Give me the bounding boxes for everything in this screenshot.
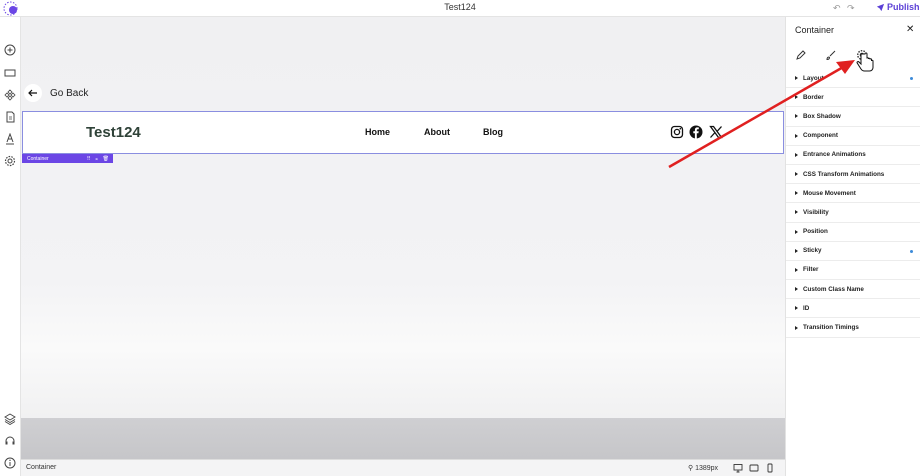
settings-icon[interactable]: [3, 154, 17, 168]
brush-icon[interactable]: [825, 49, 837, 61]
mobile-view-icon[interactable]: [765, 463, 775, 473]
desktop-view-icon[interactable]: [733, 463, 743, 473]
accordion-custom-class-name[interactable]: Custom Class Name: [786, 280, 920, 300]
modified-indicator: [910, 77, 913, 80]
selected-element-label: Container: [27, 155, 49, 162]
tablet-view-icon[interactable]: [749, 463, 759, 473]
add-icon[interactable]: [3, 43, 17, 57]
arrow-left-icon: [24, 84, 42, 102]
properties-panel: Container ✕ Layout Border Box Shadow Com…: [785, 17, 920, 476]
accordion-css-transform-animations[interactable]: CSS Transform Animations: [786, 165, 920, 185]
zoom-icon: ⚲: [688, 465, 694, 472]
canvas-width-readout[interactable]: ⚲ 1389px: [688, 464, 718, 472]
instagram-icon[interactable]: [670, 125, 684, 139]
accordion-id[interactable]: ID: [786, 299, 920, 319]
facebook-icon[interactable]: [689, 125, 703, 139]
go-back-label: Go Back: [50, 87, 89, 99]
accordion-entrance-animations[interactable]: Entrance Animations: [786, 146, 920, 165]
selected-element-tag[interactable]: Container ⠿ ⌅ 🗑: [22, 154, 113, 163]
left-toolbar: [0, 17, 21, 476]
modified-indicator: [910, 249, 913, 253]
publish-label: Publish: [887, 2, 920, 12]
nav-link-about[interactable]: About: [424, 127, 450, 137]
collapse-icon[interactable]: ⌅: [94, 156, 98, 162]
canvas-footer-area: [21, 418, 785, 459]
page-title: Test124: [444, 2, 476, 12]
breadcrumb[interactable]: Container: [26, 464, 56, 471]
top-bar: Test124 ↶ ↷ Publish: [0, 0, 920, 17]
editor-canvas[interactable]: Go Back Test124 Home About Blog Containe…: [21, 17, 785, 459]
accordion-transition-timings[interactable]: Transition Timings: [786, 318, 920, 338]
nav-link-blog[interactable]: Blog: [483, 127, 503, 137]
site-brand[interactable]: Test124: [86, 124, 141, 141]
components-icon[interactable]: [3, 88, 17, 102]
support-icon[interactable]: [3, 434, 17, 448]
layers-icon[interactable]: [3, 412, 17, 426]
redo-icon[interactable]: ↷: [847, 3, 855, 14]
delete-icon[interactable]: 🗑: [103, 156, 109, 162]
close-icon[interactable]: ✕: [906, 24, 914, 35]
gear-icon[interactable]: [856, 49, 868, 61]
typography-icon[interactable]: [3, 132, 17, 146]
accordion-layout[interactable]: Layout: [786, 69, 920, 89]
accordion-box-shadow[interactable]: Box Shadow: [786, 107, 920, 127]
accordion-component[interactable]: Component: [786, 127, 920, 146]
accordion-sticky[interactable]: Sticky: [786, 242, 920, 261]
undo-icon[interactable]: ↶: [833, 3, 841, 14]
x-icon[interactable]: [709, 125, 723, 139]
section-icon[interactable]: [3, 66, 17, 80]
pages-icon[interactable]: [3, 110, 17, 124]
panel-title: Container: [795, 25, 835, 35]
rocket-icon: [876, 3, 885, 11]
site-header-container[interactable]: Test124 Home About Blog: [22, 111, 784, 154]
pencil-icon[interactable]: [795, 49, 807, 61]
nav-link-home[interactable]: Home: [365, 127, 390, 137]
status-bar: Container ⚲ 1389px: [21, 459, 785, 476]
settings-accordion: Layout Border Box Shadow Component Entra…: [786, 69, 920, 338]
accordion-border[interactable]: Border: [786, 88, 920, 108]
publish-button[interactable]: Publish: [876, 2, 920, 12]
accordion-position[interactable]: Position: [786, 223, 920, 242]
accordion-mouse-movement[interactable]: Mouse Movement: [786, 184, 920, 204]
drag-handle-icon[interactable]: ⠿: [87, 156, 91, 162]
go-back-button[interactable]: Go Back: [24, 84, 88, 102]
accordion-visibility[interactable]: Visibility: [786, 203, 920, 223]
info-icon[interactable]: [3, 456, 17, 470]
accordion-filter[interactable]: Filter: [786, 261, 920, 281]
